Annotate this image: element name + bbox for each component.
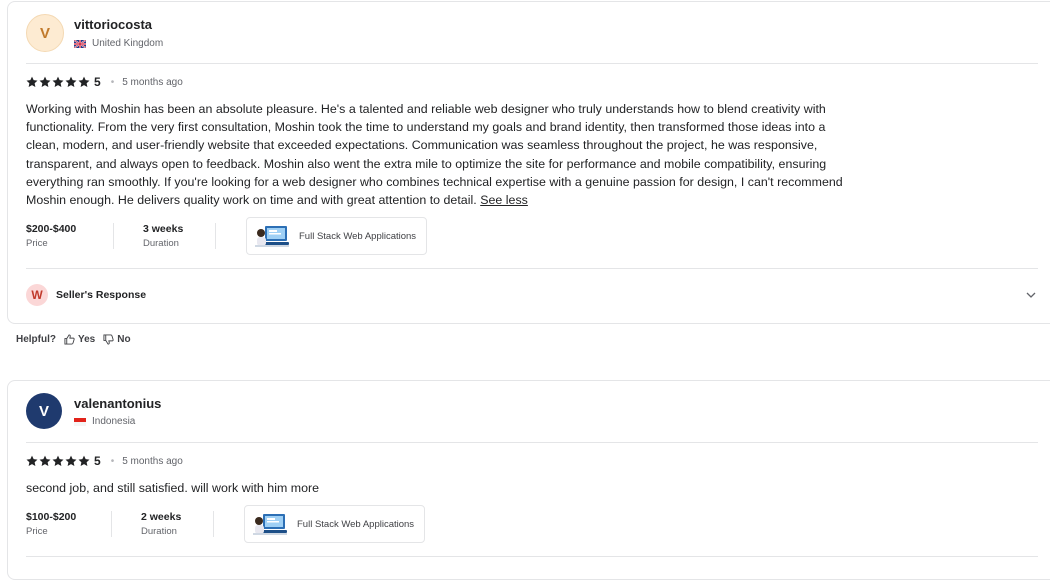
divider: [26, 442, 1038, 443]
order-meta: $100-$200 Price 2 weeks Duration Full St…: [26, 505, 425, 543]
price-label: Price: [26, 238, 48, 249]
rating-value: 5: [94, 454, 101, 468]
see-less-link[interactable]: See less: [480, 193, 528, 207]
seller-response-label: Seller's Response: [56, 289, 147, 301]
star-icon: [78, 455, 90, 467]
helpful-label: Helpful?: [16, 334, 56, 345]
gig-title: Full Stack Web Applications: [297, 518, 415, 530]
divider: [26, 63, 1038, 64]
thumbs-down-icon: [103, 334, 114, 345]
seller-response-toggle[interactable]: W Seller's Response: [26, 284, 146, 306]
rating-row: 5 • 5 months ago: [26, 454, 183, 468]
reviewer-country: Indonesia: [74, 416, 135, 427]
helpful-no-button[interactable]: No: [103, 334, 131, 345]
gig-title: Full Stack Web Applications: [299, 230, 417, 242]
star-icon: [26, 76, 38, 88]
avatar-letter: V: [38, 402, 49, 420]
price-value: $200-$400: [26, 223, 77, 235]
star-icon: [39, 455, 51, 467]
gig-card[interactable]: Full Stack Web Applications: [244, 505, 425, 543]
review-card: V valenantonius Indonesia 5 • 5 months a…: [7, 380, 1050, 580]
review-text: Working with Moshin has been an absolute…: [26, 100, 856, 209]
reviewer-username[interactable]: vittoriocosta: [74, 17, 152, 32]
price-value: $100-$200: [26, 511, 77, 523]
star-icon: [78, 76, 90, 88]
review-body: Working with Moshin has been an absolute…: [26, 102, 843, 208]
gig-thumbnail: [255, 224, 289, 248]
star-icon: [65, 455, 77, 467]
rating-row: 5 • 5 months ago: [26, 75, 183, 89]
rating-value: 5: [94, 75, 101, 89]
reviewer-username[interactable]: valenantonius: [74, 396, 161, 411]
divider: [26, 268, 1038, 269]
review-text: second job, and still satisfied. will wo…: [26, 479, 856, 497]
separator-dot: •: [110, 455, 115, 467]
duration-value: 3 weeks: [143, 223, 184, 235]
star-rating: [26, 455, 90, 467]
review-body: second job, and still satisfied. will wo…: [26, 481, 320, 495]
seller-avatar: W: [26, 284, 48, 306]
duration-info: 2 weeks Duration: [112, 505, 213, 543]
country-name: Indonesia: [92, 416, 136, 427]
gig-thumbnail: [253, 512, 287, 536]
reviewer-avatar[interactable]: V: [26, 393, 62, 429]
star-icon: [65, 76, 77, 88]
reviewer-country: United Kingdom: [74, 38, 163, 49]
helpful-row: Helpful? Yes No: [16, 334, 131, 345]
helpful-no-label: No: [117, 334, 131, 345]
star-icon: [52, 455, 64, 467]
seller-avatar-letter: W: [31, 288, 43, 302]
country-name: United Kingdom: [92, 38, 164, 49]
separator-dot: •: [110, 76, 115, 88]
review-time: 5 months ago: [122, 455, 183, 467]
price-info: $200-$400 Price: [26, 217, 113, 255]
chevron-down-icon[interactable]: [1025, 289, 1037, 301]
avatar-letter: V: [39, 24, 50, 42]
duration-label: Duration: [143, 238, 179, 249]
uk-flag-icon: [74, 39, 86, 48]
star-icon: [26, 455, 38, 467]
review-time: 5 months ago: [122, 76, 183, 88]
duration-value: 2 weeks: [141, 511, 182, 523]
star-rating: [26, 76, 90, 88]
duration-label: Duration: [141, 526, 177, 537]
divider: [26, 556, 1038, 557]
review-card: V vittoriocosta United Kingdom 5 • 5 mon…: [7, 1, 1050, 324]
price-info: $100-$200 Price: [26, 505, 111, 543]
reviewer-avatar[interactable]: V: [26, 14, 64, 52]
helpful-yes-label: Yes: [78, 334, 96, 345]
order-meta: $200-$400 Price 3 weeks Duration Full St…: [26, 217, 427, 255]
star-icon: [39, 76, 51, 88]
indonesia-flag-icon: [74, 417, 86, 426]
thumbs-up-icon: [64, 334, 75, 345]
gig-card[interactable]: Full Stack Web Applications: [246, 217, 427, 255]
duration-info: 3 weeks Duration: [114, 217, 215, 255]
helpful-yes-button[interactable]: Yes: [64, 334, 95, 345]
price-label: Price: [26, 526, 48, 537]
star-icon: [52, 76, 64, 88]
